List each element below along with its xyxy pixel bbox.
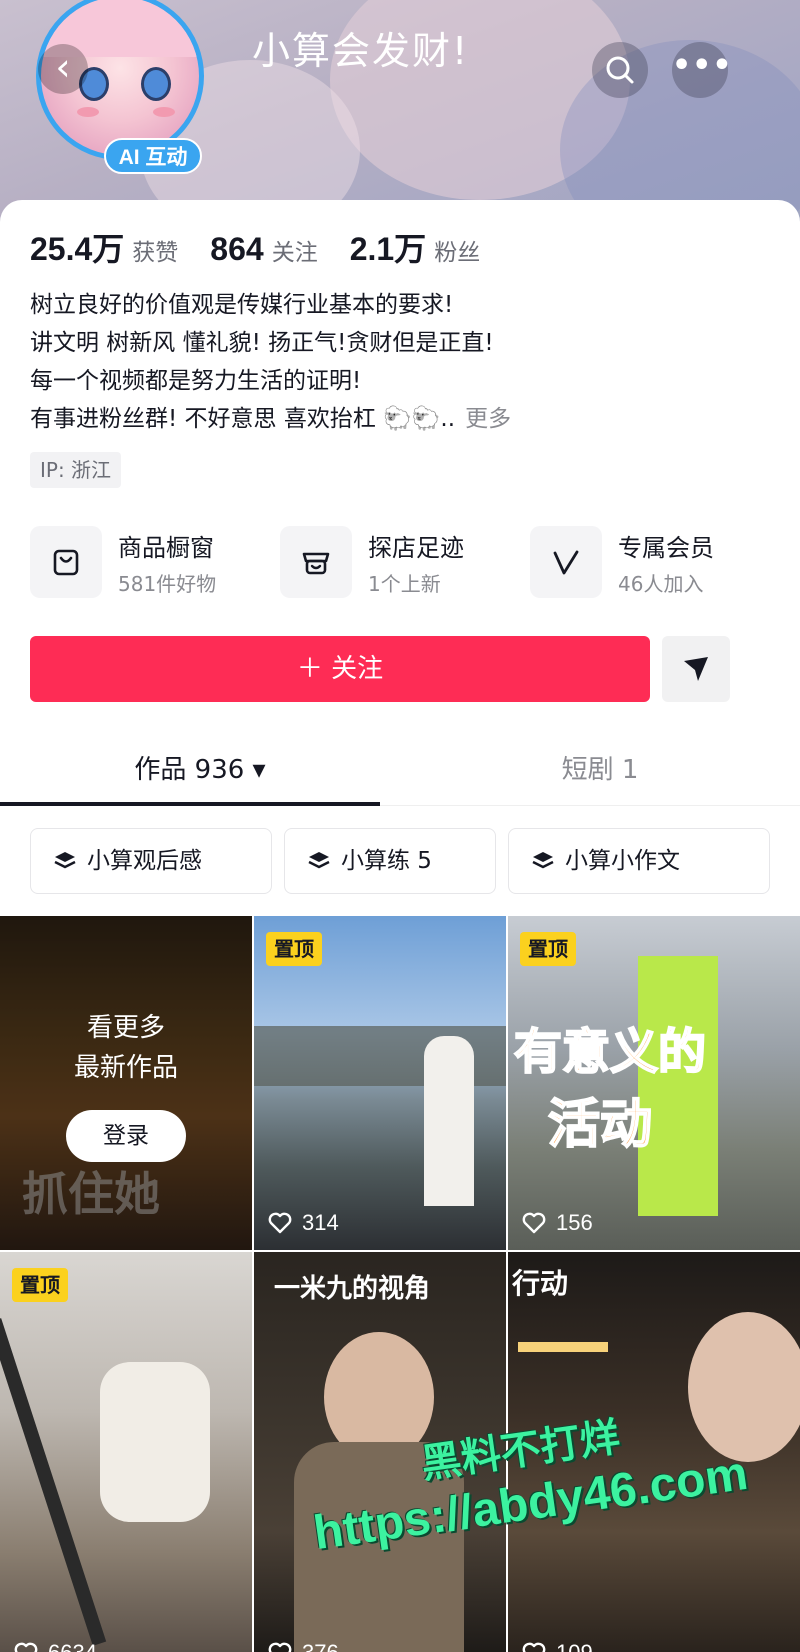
like-count-value: 156 xyxy=(556,1210,593,1235)
stat-label: 关注 xyxy=(271,240,318,266)
heart-icon xyxy=(268,1642,292,1652)
video-overlay-title: 活动 xyxy=(547,1094,653,1156)
heart-icon xyxy=(522,1642,546,1652)
search-button[interactable] xyxy=(592,42,648,98)
heart-icon xyxy=(268,1212,292,1234)
tab-works[interactable]: 作品 936 ▾ xyxy=(0,740,400,806)
share-button[interactable] xyxy=(662,636,730,702)
search-icon xyxy=(606,56,634,84)
content-tabs: 作品 936 ▾ 短剧 1 xyxy=(0,740,800,806)
light-strip xyxy=(518,1342,608,1352)
back-button[interactable]: ‹ xyxy=(38,44,88,94)
pinned-badge: 置顶 xyxy=(520,932,576,966)
ip-location-tag: IP: 浙江 xyxy=(30,452,122,488)
avatar-eye xyxy=(141,67,171,101)
more-icon: ••• xyxy=(672,48,733,83)
bio-more-link[interactable]: 更多 xyxy=(465,406,511,432)
like-count: 156 xyxy=(522,1210,593,1236)
v-icon xyxy=(553,550,579,575)
like-count: 109 xyxy=(522,1640,593,1652)
collection-label: 小算练 5 xyxy=(341,848,432,874)
login-prompt-line: 最新作品 xyxy=(73,1053,178,1083)
bio-line: 每一个视频都是努力生活的证明! xyxy=(30,368,362,394)
more-button[interactable]: ••• xyxy=(672,42,732,98)
machine-frame xyxy=(0,1318,107,1646)
login-overlay: 看更多 最新作品 登录 xyxy=(0,916,252,1250)
feature-sub: 46人加入 xyxy=(618,572,704,596)
video-tile-locked[interactable]: 抓住她 看更多 最新作品 登录 xyxy=(0,916,252,1250)
collection-label: 小算观后感 xyxy=(87,848,202,874)
like-count-value: 314 xyxy=(302,1210,339,1235)
login-button[interactable]: 登录 xyxy=(66,1110,186,1162)
follow-button[interactable]: ＋ 关注 xyxy=(30,636,650,702)
like-count: 376 xyxy=(268,1640,339,1652)
avatar-blush xyxy=(77,107,99,117)
likes-stat[interactable]: 25.4万 获赞 xyxy=(30,224,178,270)
bio: 树立良好的价值观是传媒行业基本的要求! 讲文明 树新风 懂礼貌! 扬正气!贪财但… xyxy=(30,286,770,438)
collection-chip[interactable]: 小算练 5 xyxy=(284,828,496,894)
stats-row: 25.4万 获赞 864 关注 2.1万 粉丝 xyxy=(30,224,512,268)
stat-label: 获赞 xyxy=(132,240,179,266)
feature-sub: 1个上新 xyxy=(368,572,441,596)
avatar-blush xyxy=(153,107,175,117)
bio-line-last: 有事进粉丝群! 不好意思 喜欢抬杠 🐑🐑.. 更多 xyxy=(30,400,770,438)
like-count-value: 109 xyxy=(556,1640,593,1652)
active-tab-indicator xyxy=(0,802,380,806)
feature-name: 专属会员 xyxy=(618,534,714,562)
collection-row: 小算观后感 小算练 5 小算小作文 xyxy=(30,828,770,894)
heart-icon xyxy=(522,1212,546,1234)
person-figure xyxy=(424,1036,474,1206)
feature-membership[interactable]: 专属会员 46人加入 xyxy=(530,524,770,600)
video-overlay-title: 一米九的视角 xyxy=(274,1274,431,1304)
shopping-bag-icon xyxy=(53,549,79,576)
following-stat[interactable]: 864 关注 xyxy=(210,231,317,268)
tab-short-drama[interactable]: 短剧 1 xyxy=(400,740,800,806)
video-tile[interactable]: 置顶 6634 xyxy=(0,1252,252,1652)
feature-name: 商品橱窗 xyxy=(118,534,214,562)
stat-value: 2.1万 xyxy=(349,231,427,267)
heart-icon xyxy=(14,1642,38,1652)
like-count-value: 376 xyxy=(302,1640,339,1652)
layers-icon xyxy=(308,852,330,869)
chevron-left-icon: ‹ xyxy=(55,45,71,89)
feature-row: 商品橱窗 581件好物 探店足迹 1个上新 专属会员 46人加入 xyxy=(30,524,770,600)
stat-label: 粉丝 xyxy=(434,240,481,266)
ai-interact-badge[interactable]: AI 互动 xyxy=(104,138,202,174)
video-tile[interactable]: 有意义的 活动 置顶 156 xyxy=(508,916,800,1250)
store-icon xyxy=(302,552,330,575)
layers-icon xyxy=(54,852,76,869)
feature-name: 探店足迹 xyxy=(368,534,464,562)
video-overlay-title: 行动 xyxy=(512,1267,569,1300)
stat-value: 25.4万 xyxy=(30,231,125,267)
login-prompt: 看更多 最新作品 xyxy=(0,1008,252,1088)
feature-sub: 581件好物 xyxy=(118,572,217,596)
person-face xyxy=(688,1312,800,1462)
stat-value: 864 xyxy=(210,231,264,267)
feature-shop-window[interactable]: 商品橱窗 581件好物 xyxy=(30,524,270,600)
collection-label: 小算小作文 xyxy=(565,848,680,874)
pinned-badge: 置顶 xyxy=(12,1268,68,1302)
feature-icon-box xyxy=(530,526,602,598)
bio-line: 有事进粉丝群! 不好意思 喜欢抬杠 🐑🐑.. xyxy=(30,406,456,432)
like-count: 6634 xyxy=(14,1640,97,1652)
bio-line: 讲文明 树新风 懂礼貌! 扬正气!贪财但是正直! xyxy=(30,330,494,356)
feature-icon-box xyxy=(280,526,352,598)
like-count: 314 xyxy=(268,1210,339,1236)
like-count-value: 6634 xyxy=(48,1640,97,1652)
send-icon xyxy=(684,657,708,681)
collection-chip[interactable]: 小算观后感 xyxy=(30,828,272,894)
layers-icon xyxy=(532,852,554,869)
login-prompt-line: 看更多 xyxy=(86,1013,165,1043)
person-figure xyxy=(100,1362,210,1522)
feature-icon-box xyxy=(30,526,102,598)
collection-chip[interactable]: 小算小作文 xyxy=(508,828,770,894)
followers-stat[interactable]: 2.1万 粉丝 xyxy=(350,224,481,270)
video-tile[interactable]: 置顶 314 xyxy=(254,916,506,1250)
feature-store-visits[interactable]: 探店足迹 1个上新 xyxy=(280,524,520,600)
page-title: 小算会发财! xyxy=(252,29,470,73)
bio-line: 树立良好的价值观是传媒行业基本的要求! xyxy=(30,292,454,318)
video-overlay-title: 有意义的 xyxy=(513,1023,707,1081)
pinned-badge: 置顶 xyxy=(266,932,322,966)
